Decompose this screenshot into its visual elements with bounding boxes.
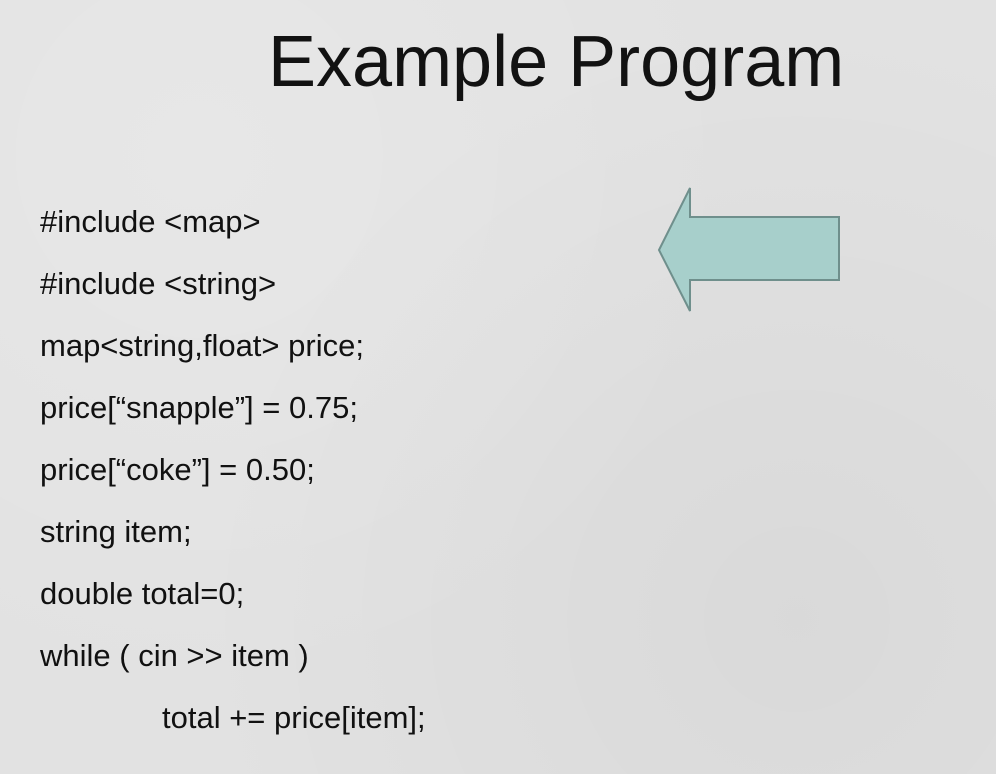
code-line-coke-price: price[“coke”] = 0.50; bbox=[40, 452, 315, 487]
code-block: #include <map> #include <string> map<str… bbox=[40, 198, 660, 756]
slide-title: Example Program bbox=[268, 22, 845, 102]
left-arrow-shape bbox=[657, 187, 840, 312]
code-line-while-loop: while ( cin >> item ) bbox=[40, 638, 309, 673]
code-line-item-declaration: string item; bbox=[40, 514, 192, 549]
code-line-total-update: total += price[item]; bbox=[162, 700, 426, 735]
left-arrow-icon bbox=[657, 187, 840, 312]
code-line-include-string: #include <string> bbox=[40, 266, 277, 301]
code-line-snapple-price: price[“snapple”] = 0.75; bbox=[40, 390, 358, 425]
code-line-total-declaration: double total=0; bbox=[40, 576, 245, 611]
code-line-include-map: #include <map> bbox=[40, 204, 261, 239]
slide-canvas: Example Program #include <map> #include … bbox=[0, 0, 996, 774]
code-line-map-declaration: map<string,float> price; bbox=[40, 328, 364, 363]
